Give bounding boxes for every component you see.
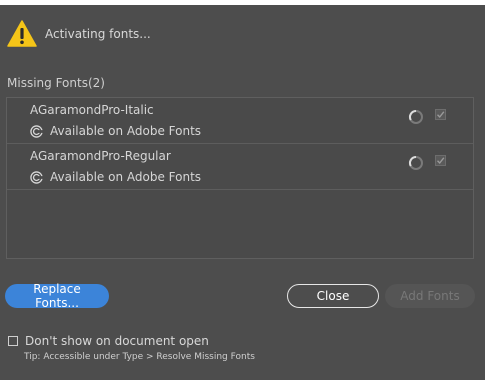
- dont-show-option[interactable]: Don't show on document open: [8, 334, 209, 348]
- loading-spinner-icon: [409, 156, 423, 170]
- availability: Available on Adobe Fonts: [30, 170, 201, 184]
- warning-icon: [7, 20, 37, 47]
- window-top-edge: [0, 0, 485, 5]
- font-checkbox[interactable]: [435, 155, 446, 166]
- dont-show-checkbox[interactable]: [8, 336, 18, 346]
- checkmark-icon: [437, 111, 445, 119]
- add-fonts-button[interactable]: Add Fonts: [385, 284, 475, 308]
- creative-cloud-icon: [30, 124, 43, 138]
- replace-fonts-button[interactable]: Replace Fonts...: [5, 282, 109, 310]
- missing-fonts-list[interactable]: AGaramondPro-Italic Available on Adobe F…: [6, 97, 474, 259]
- missing-fonts-title: Missing Fonts(2): [7, 76, 105, 90]
- availability-label: Available on Adobe Fonts: [50, 170, 202, 184]
- creative-cloud-icon: [30, 170, 43, 184]
- loading-spinner-icon: [409, 110, 423, 124]
- availability-label: Available on Adobe Fonts: [50, 124, 202, 138]
- close-button[interactable]: Close: [287, 284, 379, 308]
- status-row: Activating fonts...: [7, 17, 151, 51]
- font-row[interactable]: AGaramondPro-Italic Available on Adobe F…: [7, 98, 473, 144]
- availability: Available on Adobe Fonts: [30, 124, 201, 138]
- checkmark-icon: [437, 157, 445, 165]
- status-message: Activating fonts...: [45, 27, 151, 41]
- dont-show-label[interactable]: Don't show on document open: [25, 334, 209, 348]
- tip-text: Tip: Accessible under Type > Resolve Mis…: [24, 352, 255, 362]
- font-name: AGaramondPro-Regular: [30, 149, 171, 163]
- font-name: AGaramondPro-Italic: [30, 103, 154, 117]
- font-checkbox[interactable]: [435, 109, 446, 120]
- font-row[interactable]: AGaramondPro-Regular Available on Adobe …: [7, 144, 473, 190]
